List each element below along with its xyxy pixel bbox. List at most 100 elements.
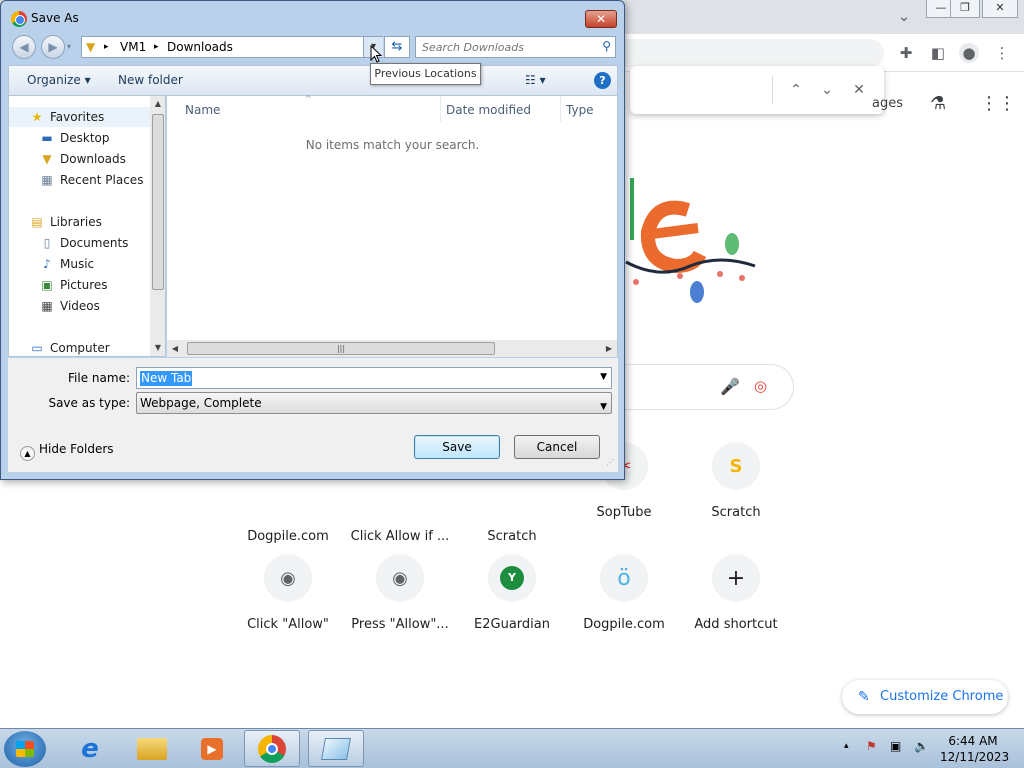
omnibox[interactable] xyxy=(600,39,884,67)
robot-icon: ◉ xyxy=(264,554,312,602)
show-hidden-icons-button[interactable]: ▴ xyxy=(844,741,849,768)
shortcut-tile[interactable]: Y E2Guardian xyxy=(456,554,568,654)
breadcrumb-separator[interactable]: ▸ xyxy=(154,42,159,52)
nav-desktop[interactable]: ▬ Desktop xyxy=(9,128,150,148)
scroll-left-arrow[interactable]: ◀ xyxy=(167,340,183,357)
nav-pane-scrollbar[interactable]: ▲ ▼ xyxy=(150,96,165,356)
nav-computer[interactable]: ▭ Computer xyxy=(9,338,150,356)
start-button[interactable] xyxy=(4,731,46,767)
system-clock[interactable]: 6:44 AM 12/11/2023 xyxy=(940,733,1009,765)
file-name-dropdown-arrow[interactable]: ▼ xyxy=(600,372,607,382)
shortcut-tile[interactable]: ◉ Click "Allow" xyxy=(232,554,344,654)
nav-libraries[interactable]: ▤ Libraries xyxy=(9,212,150,232)
ntp-search-box[interactable]: 🎤 ◎ xyxy=(600,364,794,410)
file-name-field[interactable]: New Tab ▼ xyxy=(136,367,612,389)
scroll-right-arrow[interactable]: ▶ xyxy=(601,340,617,357)
scrollbar-thumb[interactable]: ||| xyxy=(187,342,495,355)
scroll-down-arrow[interactable]: ▼ xyxy=(150,340,165,356)
profile-avatar-icon[interactable]: ● xyxy=(959,43,979,63)
dialog-close-button[interactable]: ✕ xyxy=(585,10,617,28)
breadcrumb-separator[interactable]: ▸ xyxy=(104,42,109,52)
media-player-icon[interactable]: ▶ xyxy=(184,730,240,767)
side-panel-icon[interactable]: ◧ xyxy=(928,43,948,63)
save-dialog-taskbar-icon[interactable] xyxy=(308,730,364,767)
refresh-icon[interactable]: ⇆ xyxy=(384,36,410,58)
save-button[interactable]: Save xyxy=(414,435,500,459)
recent-pages-chevron-icon[interactable]: ▾ xyxy=(67,42,71,51)
dialog-title: Save As xyxy=(31,11,79,25)
lens-search-icon[interactable]: ◎ xyxy=(754,377,767,395)
network-icon[interactable]: ▣ xyxy=(890,739,901,768)
shortcut-tile[interactable]: Scratch xyxy=(456,466,568,566)
dialog-titlebar[interactable]: Save As ✕ xyxy=(1,1,624,33)
nav-videos[interactable]: ▦ Videos xyxy=(9,296,150,316)
nav-documents[interactable]: ▯ Documents xyxy=(9,233,150,253)
shortcut-tile[interactable]: ö Dogpile.com xyxy=(568,554,680,654)
column-header-name[interactable]: Name xyxy=(185,103,220,117)
tab-search-icon[interactable]: ⌄ xyxy=(894,6,914,26)
find-close-button[interactable]: ✕ xyxy=(848,79,870,101)
voice-search-icon[interactable]: 🎤 xyxy=(720,377,740,396)
ntp-images-link[interactable]: ages xyxy=(872,92,903,116)
search-input[interactable] xyxy=(422,39,592,55)
organize-menu[interactable]: Organize ▾ xyxy=(27,73,91,87)
nav-downloads[interactable]: ▼ Downloads xyxy=(9,149,150,169)
search-icon[interactable]: ⚲ xyxy=(602,39,611,53)
chevron-down-icon[interactable]: ▼ xyxy=(600,397,607,417)
internet-explorer-icon[interactable]: e xyxy=(62,730,118,767)
find-next-button[interactable]: ⌄ xyxy=(816,79,838,101)
breadcrumb-vm1[interactable]: VM1 xyxy=(120,40,146,54)
nav-label: Recent Places xyxy=(60,173,144,187)
file-explorer-icon[interactable] xyxy=(124,730,180,767)
column-separator[interactable] xyxy=(440,96,441,122)
customize-chrome-button[interactable]: ✎ Customize Chrome xyxy=(842,680,1008,714)
find-previous-button[interactable]: ⌃ xyxy=(785,79,807,101)
action-center-icon[interactable]: ⚑ xyxy=(866,739,877,768)
shortcut-tile[interactable]: Click Allow if ... xyxy=(344,466,456,566)
column-header-type[interactable]: Type xyxy=(566,103,594,117)
shortcut-label: SopTube xyxy=(596,505,652,520)
shortcut-tile[interactable]: S Scratch xyxy=(680,442,792,542)
apps-grid-icon[interactable]: ⋮⋮ xyxy=(980,92,1016,116)
navigation-pane: ★ Favorites ▬ Desktop ▼ Downloads ▦ Recent P… xyxy=(8,95,166,357)
nav-recent-places[interactable]: ▦ Recent Places xyxy=(9,170,150,190)
nav-pictures[interactable]: ▣ Pictures xyxy=(9,275,150,295)
new-folder-button[interactable]: New folder xyxy=(118,73,183,87)
nav-label: Favorites xyxy=(50,110,105,124)
chrome-taskbar-icon[interactable] xyxy=(244,730,300,767)
extensions-icon[interactable]: ✚ xyxy=(896,43,916,63)
save-as-type-select[interactable]: Webpage, Complete ▼ xyxy=(136,392,612,414)
view-options-icon[interactable]: ☷ ▾ xyxy=(525,73,546,87)
back-button[interactable]: ◀ xyxy=(12,35,36,59)
scroll-up-arrow[interactable]: ▲ xyxy=(150,96,165,112)
shortcut-tile[interactable]: ◉ Press "Allow"... xyxy=(344,554,456,654)
resize-grip-icon[interactable]: ⋰ xyxy=(606,458,616,468)
chrome-logo-icon xyxy=(11,11,27,27)
file-list-horizontal-scrollbar[interactable]: ◀ ||| ▶ xyxy=(167,340,617,357)
address-bar[interactable]: ▼ ▸ VM1 ▸ Downloads ▾ xyxy=(81,36,383,58)
nav-music[interactable]: ♪ Music xyxy=(9,254,150,274)
menu-icon[interactable]: ⋮ xyxy=(992,43,1012,63)
search-downloads-box[interactable]: ⚲ xyxy=(415,36,616,58)
scrollbar-thumb[interactable] xyxy=(152,114,164,290)
find-bar: ⌃ ⌄ ✕ xyxy=(630,66,884,114)
nav-label: Music xyxy=(60,257,95,271)
shortcut-tile[interactable]: Dogpile.com xyxy=(232,466,344,566)
restore-button[interactable]: ❐ xyxy=(950,0,980,18)
labs-icon[interactable]: ⚗ xyxy=(930,92,946,116)
window-close-button[interactable]: ✕ xyxy=(982,0,1018,18)
find-bar-separator xyxy=(772,76,773,104)
file-name-selected-text[interactable]: New Tab xyxy=(140,371,193,386)
column-separator[interactable] xyxy=(560,96,561,122)
cancel-button[interactable]: Cancel xyxy=(514,435,600,459)
column-header-date-modified[interactable]: Date modified xyxy=(446,103,531,117)
nav-favorites[interactable]: ★ Favorites xyxy=(9,107,150,127)
add-shortcut-tile[interactable]: + Add shortcut xyxy=(680,554,792,654)
nav-label: Libraries xyxy=(50,215,102,229)
breadcrumb-downloads[interactable]: Downloads xyxy=(167,40,233,54)
libraries-icon: ▤ xyxy=(31,215,43,229)
forward-button[interactable]: ▶ xyxy=(41,35,65,59)
volume-muted-icon[interactable]: 🔈 xyxy=(914,739,929,768)
hide-folders-button[interactable]: ▲ Hide Folders xyxy=(20,442,114,461)
help-icon[interactable]: ? xyxy=(594,72,611,89)
